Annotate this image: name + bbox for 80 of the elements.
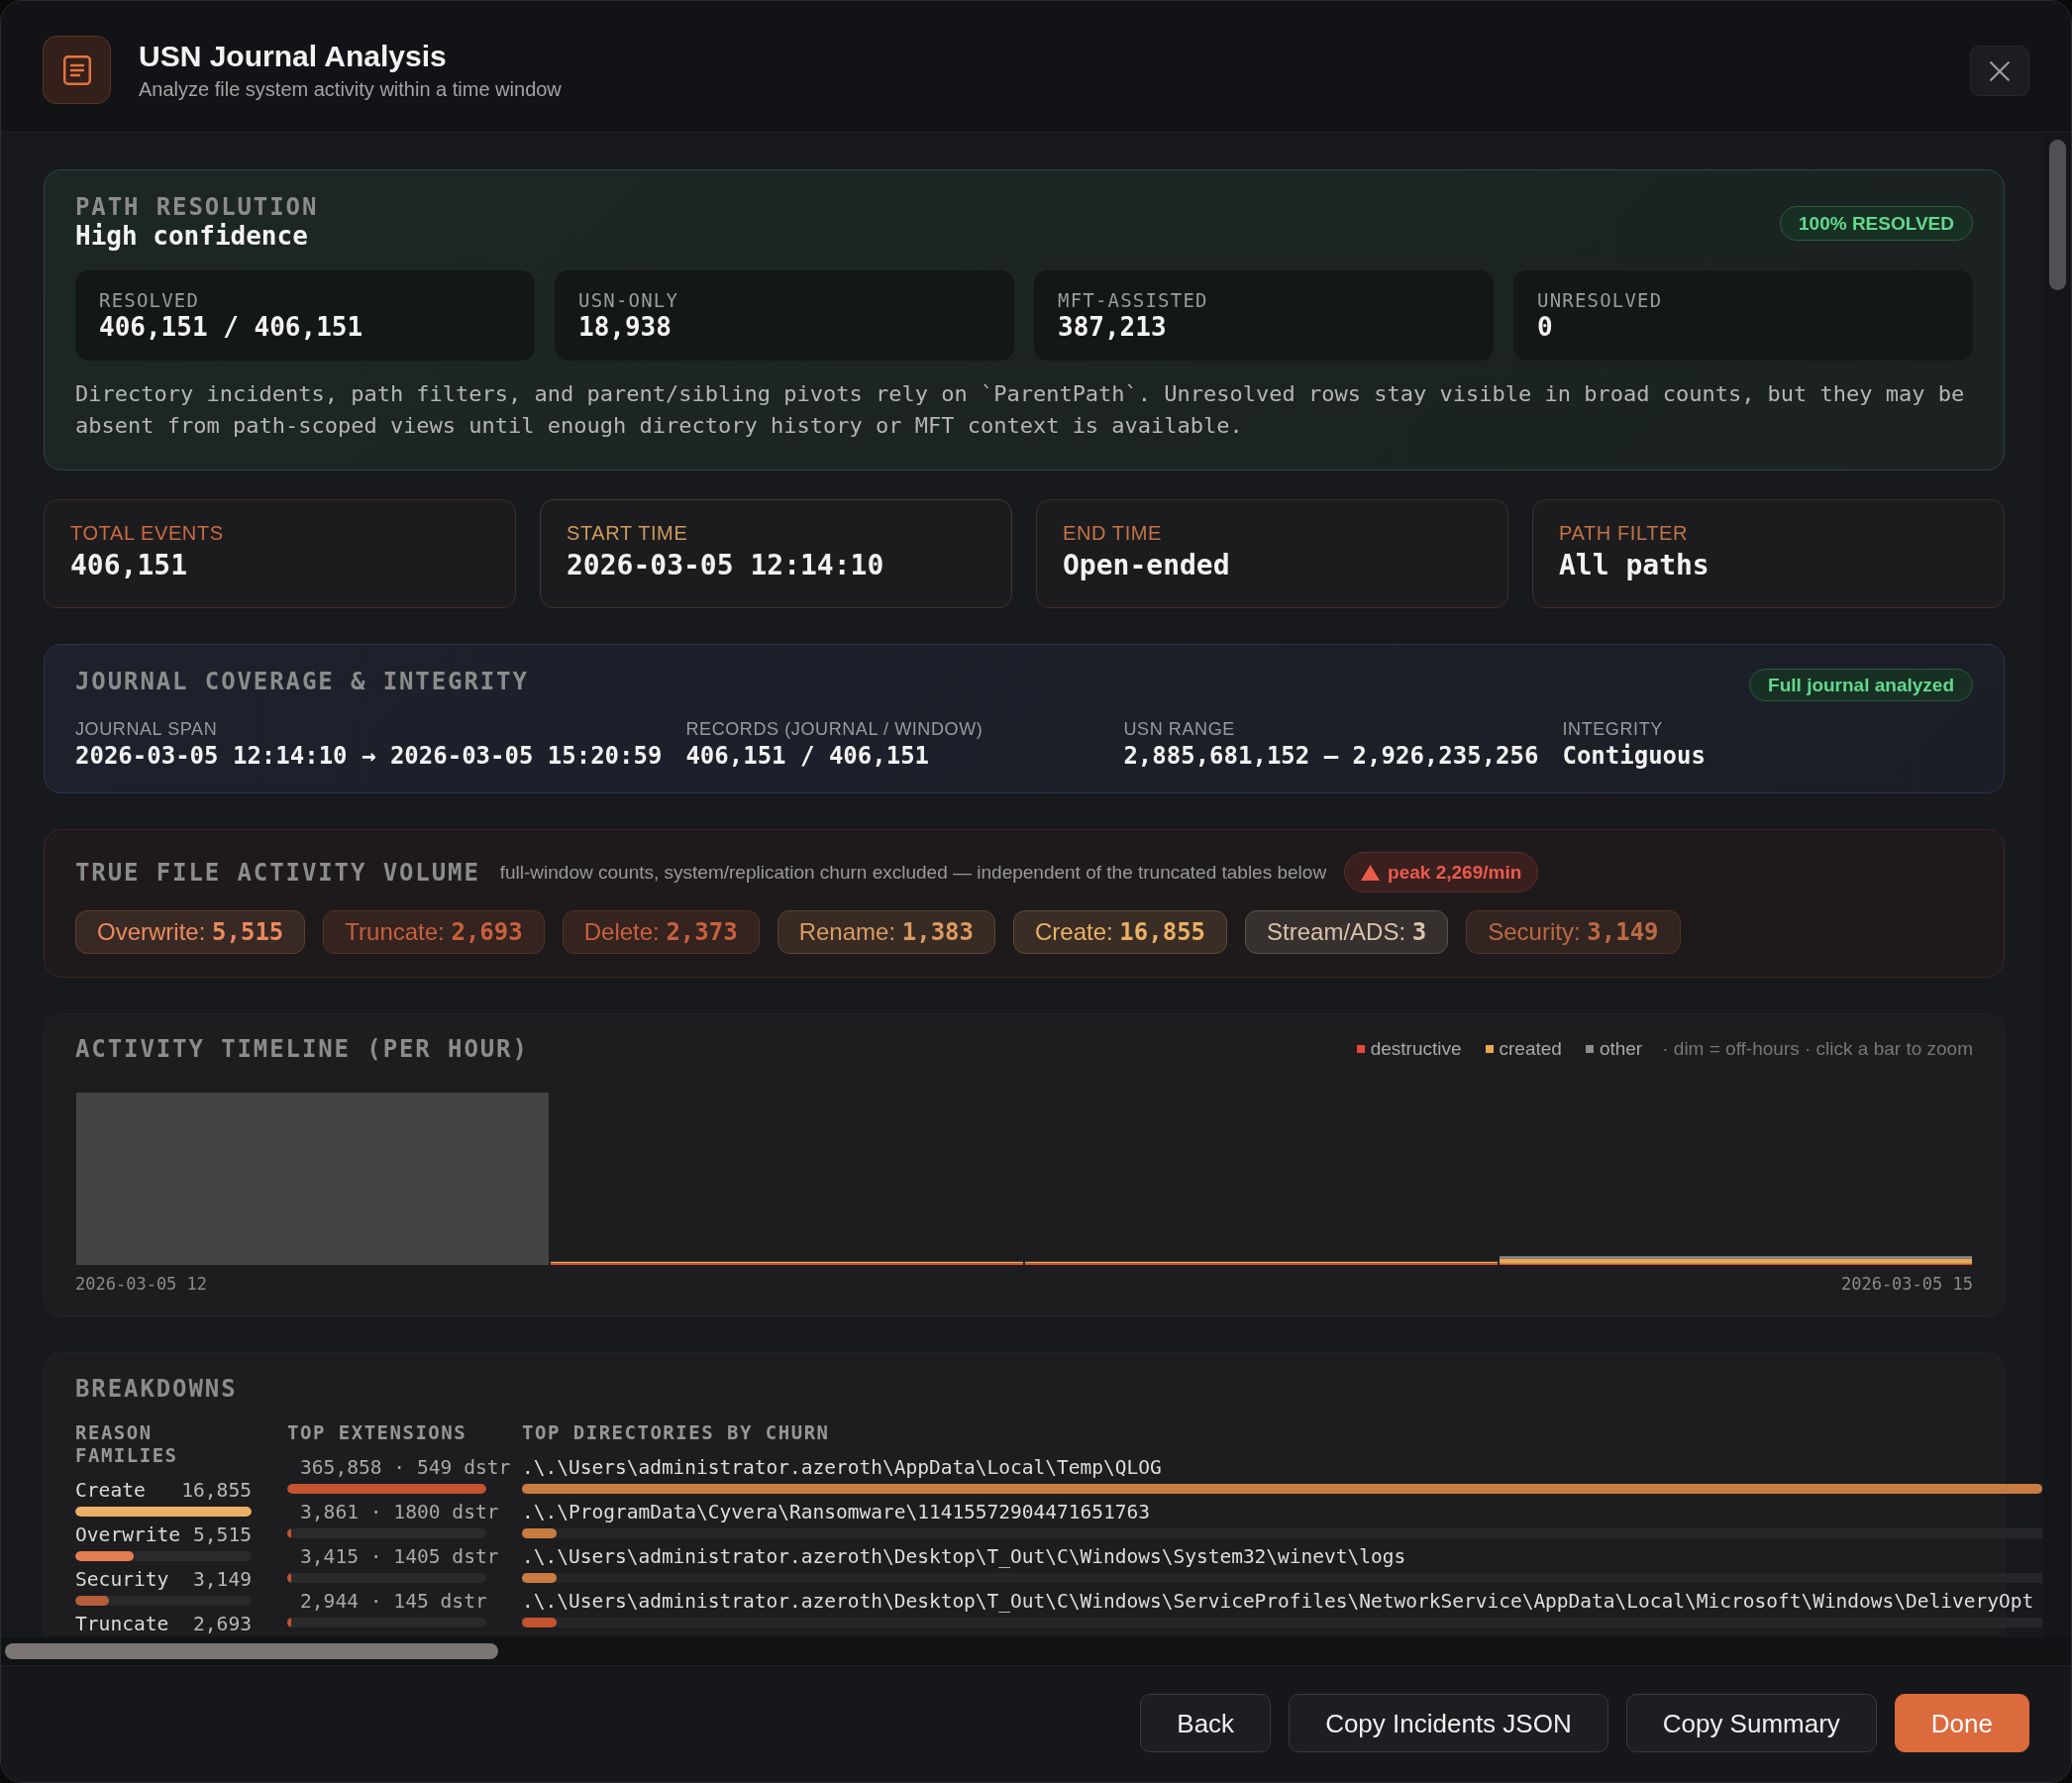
count-chip: Truncate: 2,693 xyxy=(323,910,545,954)
field-label: USN RANGE xyxy=(1123,718,1235,740)
status-badge: 100% RESOLVED xyxy=(1780,205,1973,241)
count-chip: Stream/ADS: 3 xyxy=(1245,910,1449,954)
peak-rate-text: peak 2,269/min xyxy=(1388,860,1522,885)
count-chip: Delete: 2,373 xyxy=(562,910,760,954)
stat-label: RESOLVED xyxy=(99,288,200,312)
reason-name: Overwrite xyxy=(75,1524,181,1546)
chart-hint: · dim = off-hours · click a bar to zoom xyxy=(1662,1037,1973,1061)
stat-label: UNRESOLVED xyxy=(1537,288,1663,312)
field-value: 406,151 / 406,151 xyxy=(685,742,930,770)
stat-value: 0 xyxy=(1537,312,1553,342)
count-chip: Security: 3,149 xyxy=(1466,910,1681,954)
status-badge: Full journal analyzed xyxy=(1749,669,1973,701)
reason-count: 16,855 xyxy=(181,1480,252,1502)
axis-label: 2026-03-05 15 xyxy=(1840,1274,1973,1294)
field-label: INTEGRITY xyxy=(1562,718,1663,740)
count-chip: Overwrite: 5,515 xyxy=(75,910,306,954)
section-title: JOURNAL COVERAGE & INTEGRITY xyxy=(75,669,529,694)
footer-button[interactable]: Copy Summary xyxy=(1625,1694,1877,1752)
dialog-title: USN Journal Analysis xyxy=(139,39,447,74)
legend-label: other xyxy=(1599,1037,1643,1061)
dialog-subtitle: Analyze file system activity within a time window xyxy=(139,77,562,102)
extension-stats: 365,858 · 549 dstr xyxy=(300,1457,511,1479)
column-heading: REASON FAMILIES xyxy=(75,1421,179,1467)
extension-stats: 3,415 · 1405 dstr xyxy=(300,1546,499,1568)
reason-count: 2,693 xyxy=(193,1614,252,1635)
axis-label: 2026-03-05 12 xyxy=(75,1274,208,1294)
timeline-bar[interactable] xyxy=(551,1261,1023,1265)
reason-name: Truncate xyxy=(75,1614,169,1635)
timeline-bar[interactable] xyxy=(1025,1261,1498,1265)
scrollbar-thumb[interactable] xyxy=(5,1643,498,1659)
legend-label: destructive xyxy=(1370,1037,1462,1061)
summary-label: TOTAL EVENTS xyxy=(70,521,224,545)
section-title: PATH RESOLUTION xyxy=(75,194,319,220)
count-chip: Rename: 1,383 xyxy=(777,910,995,954)
column-heading: TOP EXTENSIONS xyxy=(287,1421,467,1444)
section-title: BREAKDOWNS xyxy=(75,1376,238,1402)
summary-value: All paths xyxy=(1559,549,1709,582)
close-icon xyxy=(1990,60,2010,81)
reason-name: Security xyxy=(75,1569,169,1591)
column-heading: TOP DIRECTORIES BY CHURN xyxy=(522,1421,830,1444)
summary-value: Open-ended xyxy=(1063,549,1230,582)
reason-count: 3,149 xyxy=(193,1569,252,1591)
directory-path: .\.\Users\administrator.azeroth\Desktop\T_Out\C\Windows\ServiceProfiles\NetworkService\AppData\Local\Microsoft\Windows\DeliveryOpt xyxy=(522,1591,2034,1613)
summary-value: 406,151 xyxy=(70,549,187,582)
field-label: RECORDS (JOURNAL / WINDOW) xyxy=(685,718,984,740)
footer-button[interactable]: Copy Incidents JSON xyxy=(1289,1694,1608,1752)
directory-path: .\.\ProgramData\Cyvera\Ransomware\11415572904471651763 xyxy=(522,1502,1150,1523)
summary-value: 2026-03-05 12:14:10 xyxy=(567,549,884,582)
reason-count: 5,515 xyxy=(193,1524,252,1546)
section-note: full-window counts, system/replication churn excluded — independent of the truncated tables below xyxy=(499,860,1327,885)
field-value: Contiguous xyxy=(1562,742,1706,770)
scrollbar-thumb[interactable] xyxy=(2049,140,2066,290)
count-chip: Create: 16,855 xyxy=(1013,910,1228,954)
triangle-icon xyxy=(1361,864,1381,881)
field-value: 2,885,681,152 – 2,926,235,256 xyxy=(1123,742,1539,770)
field-label: JOURNAL SPAN xyxy=(75,718,218,740)
summary-label: END TIME xyxy=(1063,521,1162,545)
directory-path: .\.\Users\administrator.azeroth\Desktop\T_Out\C\Windows\System32\winevt\logs xyxy=(522,1546,1406,1568)
reason-name: Create xyxy=(75,1480,146,1502)
section-title: ACTIVITY TIMELINE (PER HOUR) xyxy=(75,1036,529,1062)
directory-path: .\.\Users\administrator.azeroth\AppData\Local\Temp\QLOG xyxy=(522,1457,1162,1479)
stat-value: 406,151 / 406,151 xyxy=(99,312,363,342)
extension-stats: 3,861 · 1800 dstr xyxy=(300,1502,499,1523)
section-title: TRUE FILE ACTIVITY VOLUME xyxy=(75,859,480,886)
summary-label: PATH FILTER xyxy=(1559,521,1688,545)
document-icon xyxy=(43,36,111,104)
stat-value: 387,213 xyxy=(1058,312,1167,342)
summary-label: START TIME xyxy=(567,521,688,545)
confidence-label: High confidence xyxy=(75,220,308,252)
field-value: 2026-03-05 12:14:10 → 2026-03-05 15:20:59 xyxy=(75,742,663,770)
footer-button[interactable]: Back xyxy=(1140,1694,1272,1752)
stat-value: 18,938 xyxy=(578,312,672,342)
close-button[interactable] xyxy=(1970,46,2029,96)
stat-label: USN-ONLY xyxy=(578,288,679,312)
legend-label: created xyxy=(1499,1037,1562,1061)
extension-stats: 2,944 · 145 dstr xyxy=(300,1591,487,1613)
info-paragraph: Directory incidents, path filters, and parent/sibling pivots rely on `ParentPath`. Unresolved rows stay visible in broad counts, but they may be absent from path-scoped views until enough directory history or MFT context is available. xyxy=(75,380,1966,440)
stat-label: MFT-ASSISTED xyxy=(1058,288,1208,312)
